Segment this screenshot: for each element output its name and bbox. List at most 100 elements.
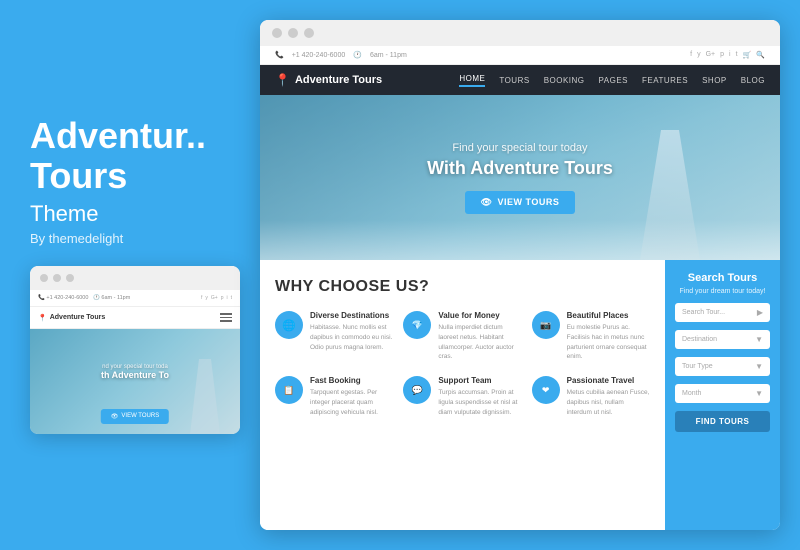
mini-pin-icon: p bbox=[221, 295, 224, 301]
tw-icon[interactable]: y bbox=[697, 51, 701, 59]
mini-social-icons: f y G+ p i t bbox=[201, 295, 232, 301]
ig-icon[interactable]: i bbox=[729, 51, 731, 59]
search-tour-placeholder: Search Tour... bbox=[682, 309, 725, 316]
search-tour-input[interactable]: Search Tour... ▶ bbox=[675, 303, 770, 322]
phone-number: +1 420-240-6000 bbox=[292, 52, 346, 59]
phone-icon: 📞 bbox=[275, 51, 284, 59]
mini-nav: 📍 Adventure Tours bbox=[30, 307, 240, 329]
feature-diverse-text: Diverse Destinations Habitasse. Nunc mol… bbox=[310, 311, 393, 352]
feature-value-desc: Nulla imperdiet dictum laoreet netus. Ha… bbox=[438, 323, 521, 362]
camera-icon: 📷 bbox=[532, 311, 560, 339]
cart-icon[interactable]: 🛒 bbox=[743, 51, 752, 59]
feature-support-title: Support Team bbox=[438, 376, 521, 385]
mini-cta-label: VIEW TOURS bbox=[121, 413, 159, 419]
tour-type-chevron-icon: ▼ bbox=[755, 362, 763, 371]
feature-value-title: Value for Money bbox=[438, 311, 521, 320]
nav-booking[interactable]: BOOKING bbox=[544, 76, 585, 85]
fb-icon[interactable]: f bbox=[690, 51, 692, 59]
clock-icon: 🕐 bbox=[353, 51, 362, 59]
mini-cta-button[interactable]: 👁 VIEW TOURS bbox=[101, 409, 169, 424]
feature-support-desc: Turpis accumsan. Proin at ligula suspend… bbox=[438, 388, 521, 417]
feature-passionate-travel: ❤ Passionate Travel Metus cubilia aenean… bbox=[532, 376, 650, 417]
mini-dot-2 bbox=[53, 274, 61, 282]
feature-beautiful-text: Beautiful Places Eu molestie Purus ac. F… bbox=[567, 311, 650, 362]
mini-logo-text: Adventure Tours bbox=[50, 314, 106, 321]
nav-blog[interactable]: BLOG bbox=[741, 76, 765, 85]
hero-content: Find your special tour today With Advent… bbox=[427, 142, 613, 214]
month-select[interactable]: Month ▼ bbox=[675, 384, 770, 403]
pin-icon[interactable]: p bbox=[720, 51, 724, 59]
top-info-bar: 📞 +1 420-240-6000 🕐 6am - 11pm f y G+ p … bbox=[260, 46, 780, 65]
search-icon[interactable]: 🔍 bbox=[756, 51, 765, 59]
eye-icon: 👁 bbox=[111, 413, 119, 420]
mini-dot-1 bbox=[40, 274, 48, 282]
mini-tm-icon: t bbox=[231, 295, 232, 301]
mini-phone: 📞 +1 420-240-6000 🕐 6am - 11pm bbox=[38, 295, 130, 301]
mini-hero: nd your special tour toda th Adventure T… bbox=[30, 329, 240, 434]
browser-dot-3 bbox=[304, 28, 314, 38]
mini-tw-icon: y bbox=[205, 295, 208, 301]
tour-type-select[interactable]: Tour Type ▼ bbox=[675, 357, 770, 376]
site-logo: 📍 Adventure Tours bbox=[275, 73, 382, 87]
feature-value-money: 💎 Value for Money Nulla imperdiet dictum… bbox=[403, 311, 521, 362]
feature-diverse-desc: Habitasse. Nunc mollis est dapibus in co… bbox=[310, 323, 393, 352]
destination-chevron-icon: ▼ bbox=[755, 335, 763, 344]
mini-ig-icon: i bbox=[226, 295, 227, 301]
nav-shop[interactable]: SHOP bbox=[702, 76, 727, 85]
mini-hamburger-icon[interactable] bbox=[220, 313, 232, 322]
feature-passionate-desc: Metus cubilia aenean Fusce, dapibus nisl… bbox=[567, 388, 650, 417]
hero-cta-label: VIEW TOURS bbox=[498, 197, 560, 207]
browser-dot-2 bbox=[288, 28, 298, 38]
nav-features[interactable]: FEATURES bbox=[642, 76, 688, 85]
left-panel: Adventur..Tours Theme By themedelight 📞 … bbox=[30, 116, 240, 434]
heart-icon: ❤ bbox=[532, 376, 560, 404]
nav-tours[interactable]: TOURS bbox=[499, 76, 529, 85]
hero-cta-button[interactable]: 👁 VIEW TOURS bbox=[465, 191, 576, 214]
nav-home[interactable]: HOME bbox=[459, 74, 485, 87]
theme-by: By themedelight bbox=[30, 231, 240, 246]
browser-dot-1 bbox=[272, 28, 282, 38]
nav-links: HOME TOURS BOOKING PAGES FEATURES SHOP B… bbox=[459, 74, 765, 87]
mini-fb-icon: f bbox=[201, 295, 202, 301]
feature-booking-text: Fast Booking Tarpquent egestas. Per inte… bbox=[310, 376, 393, 417]
feature-booking-title: Fast Booking bbox=[310, 376, 393, 385]
search-widget-title: Search Tours bbox=[675, 272, 770, 284]
clipboard-icon: 📋 bbox=[275, 376, 303, 404]
destination-label: Destination bbox=[682, 336, 717, 343]
wave-decoration bbox=[260, 220, 780, 260]
feature-value-text: Value for Money Nulla imperdiet dictum l… bbox=[438, 311, 521, 362]
feature-support-text: Support Team Turpis accumsan. Proin at l… bbox=[438, 376, 521, 417]
find-tours-button[interactable]: FIND TOURS bbox=[675, 411, 770, 432]
hero-subtitle: Find your special tour today bbox=[427, 142, 613, 154]
mini-gp-icon: G+ bbox=[211, 295, 218, 301]
globe-icon: 🌐 bbox=[275, 311, 303, 339]
hours: 6am - 11pm bbox=[370, 52, 407, 59]
feature-diverse-title: Diverse Destinations bbox=[310, 311, 393, 320]
gplus-icon[interactable]: G+ bbox=[706, 51, 716, 59]
theme-subtitle: Theme bbox=[30, 201, 240, 227]
main-browser: 📞 +1 420-240-6000 🕐 6am - 11pm f y G+ p … bbox=[260, 20, 780, 530]
outer-container: Adventur..Tours Theme By themedelight 📞 … bbox=[0, 0, 800, 550]
month-label: Month bbox=[682, 390, 701, 397]
main-navigation: 📍 Adventure Tours HOME TOURS BOOKING PAG… bbox=[260, 65, 780, 95]
feature-passionate-text: Passionate Travel Metus cubilia aenean F… bbox=[567, 376, 650, 417]
feature-fast-booking: 📋 Fast Booking Tarpquent egestas. Per in… bbox=[275, 376, 393, 417]
nav-pages[interactable]: PAGES bbox=[599, 76, 628, 85]
why-title: WHY CHOOSE US? bbox=[275, 278, 650, 296]
mini-logo: 📍 Adventure Tours bbox=[38, 314, 105, 322]
feature-beautiful-desc: Eu molestie Purus ac. Facilisis hac in m… bbox=[567, 323, 650, 362]
hero-title: With Adventure Tours bbox=[427, 158, 613, 179]
main-content: WHY CHOOSE US? 🌐 Diverse Destinations Ha… bbox=[260, 260, 780, 530]
main-browser-bar bbox=[260, 20, 780, 46]
tumblr-icon[interactable]: t bbox=[736, 51, 738, 59]
logo-pin-icon: 📍 bbox=[275, 73, 290, 87]
destination-select[interactable]: Destination ▼ bbox=[675, 330, 770, 349]
search-widget: Search Tours Find your dream tour today!… bbox=[665, 260, 780, 530]
feature-booking-desc: Tarpquent egestas. Per integer placerat … bbox=[310, 388, 393, 417]
search-widget-desc: Find your dream tour today! bbox=[675, 288, 770, 295]
features-grid: 🌐 Diverse Destinations Habitasse. Nunc m… bbox=[275, 311, 650, 417]
find-tours-label: FIND TOURS bbox=[696, 417, 750, 426]
mini-dot-3 bbox=[66, 274, 74, 282]
logo-text: Adventure Tours bbox=[295, 74, 382, 86]
chat-icon: 💬 bbox=[403, 376, 431, 404]
